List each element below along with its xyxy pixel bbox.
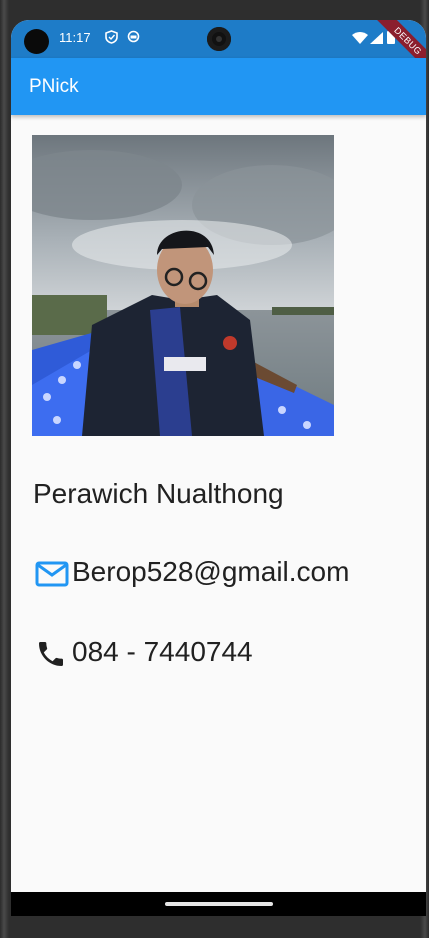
phone-screen: 11:17 DEBUG PNick Perawich Nualthong Ber… [11,20,426,916]
phone-text: 084 - 7440744 [72,636,253,667]
notification-dot-icon [24,29,49,54]
status-bar: 11:17 DEBUG [11,20,426,75]
signal-icon [370,31,383,49]
wifi-icon [352,31,368,49]
phone-icon [35,638,67,675]
front-camera [207,27,231,51]
app-title: PNick [29,76,79,97]
status-time: 11:17 [59,30,91,45]
system-nav-bar [11,892,426,916]
email-icon [35,561,69,592]
app-bar: PNick [11,58,426,115]
profile-photo-illustration [32,135,334,436]
shield-icon [105,30,118,49]
email-text: Berop528@gmail.com [72,556,350,587]
profile-name: Perawich Nualthong [33,478,284,509]
profile-photo [32,135,334,436]
sync-icon [127,30,140,48]
home-gesture-handle[interactable] [165,902,273,906]
